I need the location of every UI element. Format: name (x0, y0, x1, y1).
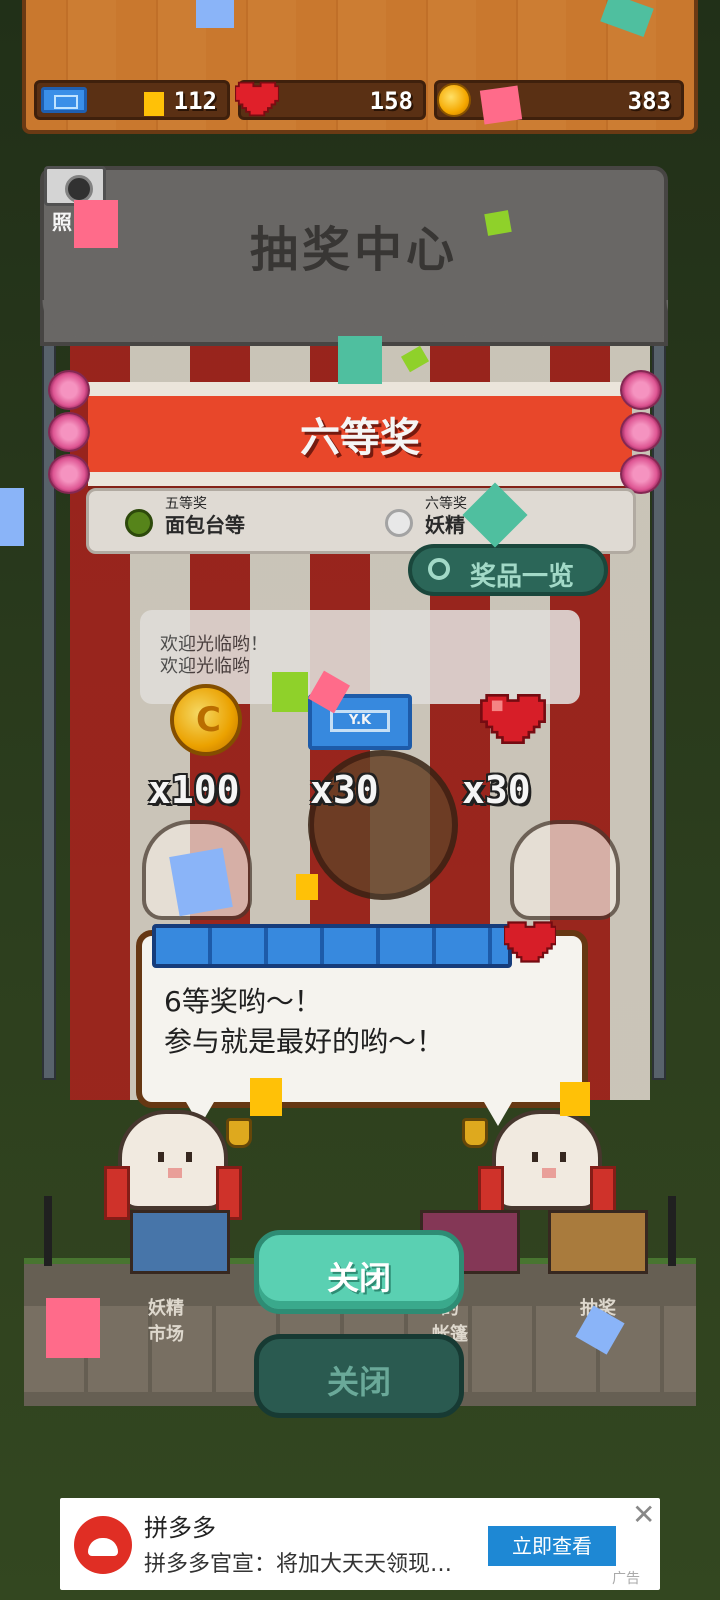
confetti (479, 85, 523, 125)
close-button-dim-label: 关闭 (326, 1363, 391, 1401)
confetti (338, 336, 382, 384)
stat-tickets-value: 112 (173, 87, 217, 115)
pinduoduo-logo-icon (74, 1516, 132, 1574)
stat-coins-value: 383 (627, 87, 671, 115)
heart-icon (235, 81, 279, 117)
close-button-background: 关闭 (254, 1334, 464, 1418)
confetti (0, 488, 24, 546)
confetti (296, 874, 318, 900)
confetti (169, 847, 233, 917)
confetti (484, 210, 512, 236)
close-button-label: 关闭 (326, 1259, 391, 1297)
stat-hearts-value: 158 (369, 87, 413, 115)
confetti (144, 92, 164, 116)
confetti (272, 672, 308, 712)
close-button[interactable]: 关闭 (254, 1230, 464, 1314)
stat-coins: 383 (434, 80, 684, 120)
ad-description: 拼多多官宣：将加大天天领现… (144, 1552, 453, 1577)
stat-hearts: 158 (235, 80, 426, 120)
confetti (250, 1078, 282, 1116)
coin-icon (437, 83, 471, 117)
confetti (74, 200, 118, 248)
ad-title: 拼多多 (144, 1514, 216, 1542)
close-icon[interactable]: ✕ (632, 1498, 655, 1531)
ad-tag: 广告 (612, 1571, 640, 1587)
confetti (560, 1082, 590, 1116)
confetti (196, 0, 234, 28)
ticket-icon (41, 87, 87, 113)
ad-view-button[interactable]: 立即查看 (488, 1526, 616, 1566)
stat-tickets: 112 (34, 80, 230, 120)
ad-banner[interactable]: 拼多多 拼多多官宣：将加大天天领现… 立即查看 ✕ 广告 (60, 1498, 660, 1590)
confetti (46, 1298, 100, 1358)
